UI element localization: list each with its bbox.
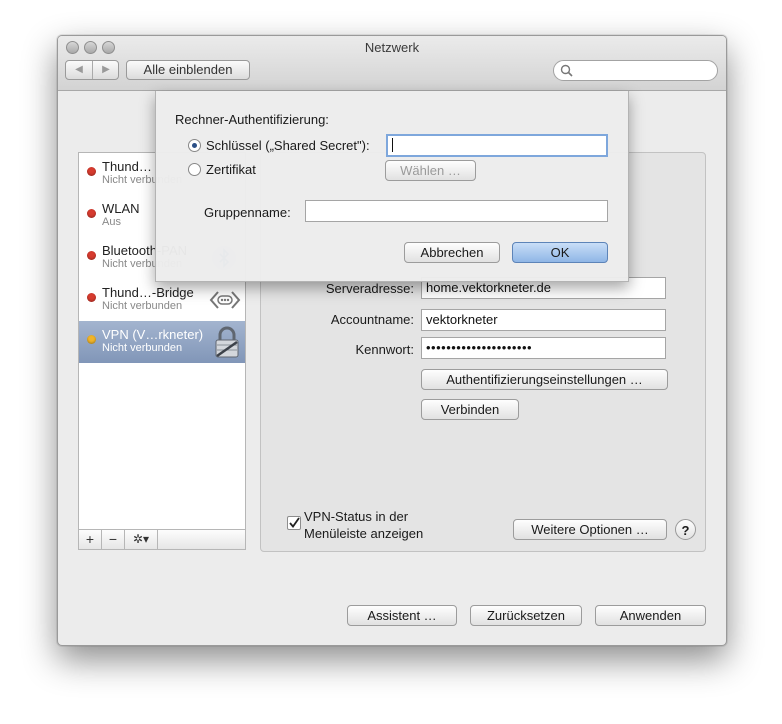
connect-button[interactable]: Verbinden xyxy=(421,399,519,420)
service-name: WLAN xyxy=(102,201,140,216)
forward-arrow-icon[interactable]: ▶ xyxy=(93,61,119,79)
vpn-status-label-line2: Menüleiste anzeigen xyxy=(304,526,424,541)
machine-authentication-sheet: Rechner-Authentifizierung: Schlüssel („S… xyxy=(155,91,629,282)
help-button[interactable]: ? xyxy=(675,519,696,540)
account-name-field[interactable]: vektorkneter xyxy=(421,309,666,331)
service-name: Thund… xyxy=(102,159,152,174)
status-dot xyxy=(87,251,96,260)
account-name-label: Accountname: xyxy=(330,312,414,327)
window-title: Netzwerk xyxy=(364,40,420,55)
password-label: Kennwort: xyxy=(355,342,414,357)
vpn-status-label-line1: VPN-Status in der xyxy=(304,509,409,524)
shared-secret-radio[interactable] xyxy=(188,139,201,152)
bridge-arrows-icon xyxy=(209,291,241,309)
choose-certificate-button[interactable]: Wählen … xyxy=(385,160,476,181)
group-name-field[interactable] xyxy=(305,200,608,222)
search-field[interactable] xyxy=(553,60,718,81)
add-service-button[interactable]: + xyxy=(79,530,102,549)
assistant-button[interactable]: Assistent … xyxy=(347,605,457,626)
cancel-button[interactable]: Abbrechen xyxy=(404,242,500,263)
remove-service-button[interactable]: − xyxy=(102,530,125,549)
service-status: Nicht verbunden xyxy=(102,342,183,354)
more-options-button[interactable]: Weitere Optionen … xyxy=(513,519,667,540)
apply-button[interactable]: Anwenden xyxy=(595,605,706,626)
lock-icon xyxy=(215,326,239,358)
ok-button[interactable]: OK xyxy=(512,242,608,263)
show-all-button[interactable]: Alle einblenden xyxy=(126,60,250,80)
checkmark-icon xyxy=(289,517,300,528)
vpn-status-checkbox[interactable] xyxy=(287,516,301,530)
back-forward-control: ◀ ▶ xyxy=(65,60,119,80)
text-cursor xyxy=(392,138,393,152)
service-item-thunderbolt-bridge[interactable]: Thund…-Bridge Nicht verbunden xyxy=(79,279,245,321)
certificate-radio[interactable] xyxy=(188,163,201,176)
service-item-vpn[interactable]: VPN (V…rkneter) Nicht verbunden xyxy=(79,321,245,363)
service-name: VPN (V…rkneter) xyxy=(102,327,204,342)
service-name: Thund…-Bridge xyxy=(102,285,194,300)
status-dot xyxy=(87,293,96,302)
certificate-label: Zertifikat xyxy=(206,162,256,177)
action-menu-gear-icon[interactable]: ✲▾ xyxy=(125,530,158,549)
title-bar: Netzwerk ◀ ▶ Alle einblenden xyxy=(58,36,726,91)
status-dot xyxy=(87,167,96,176)
back-arrow-icon[interactable]: ◀ xyxy=(66,61,93,79)
shared-secret-label: Schlüssel („Shared Secret"): xyxy=(206,138,370,153)
service-status: Nicht verbunden xyxy=(102,300,183,312)
search-icon xyxy=(560,64,573,77)
sheet-heading: Rechner-Authentifizierung: xyxy=(175,112,329,127)
service-status: Aus xyxy=(102,216,121,228)
revert-button[interactable]: Zurücksetzen xyxy=(470,605,582,626)
status-dot xyxy=(87,335,96,344)
password-field[interactable]: ••••••••••••••••••••• xyxy=(421,337,666,359)
status-dot xyxy=(87,209,96,218)
shared-secret-field[interactable] xyxy=(386,134,608,157)
group-name-label: Gruppenname: xyxy=(204,205,291,220)
server-address-label: Serveradresse: xyxy=(325,281,414,296)
authentication-settings-button[interactable]: Authentifizierungseinstellungen … xyxy=(421,369,668,390)
service-list-toolbar: + − ✲▾ xyxy=(78,530,246,550)
